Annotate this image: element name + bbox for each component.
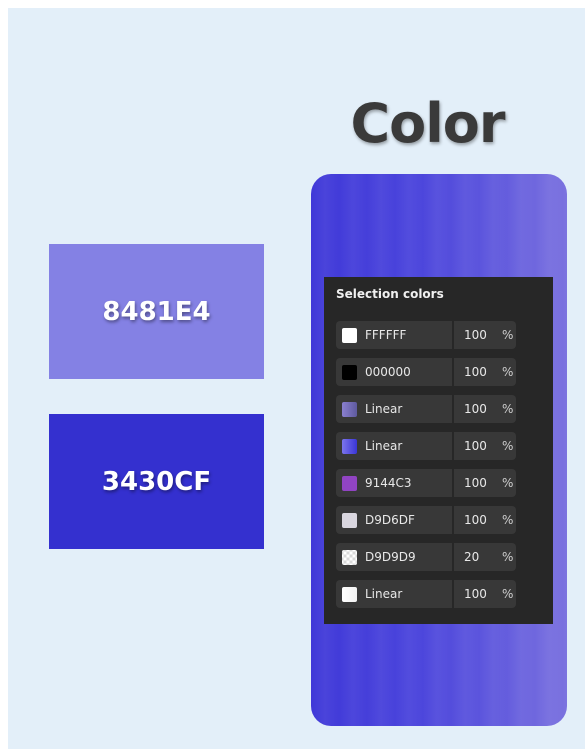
percent-unit: % xyxy=(502,328,514,342)
color-chip-icon[interactable] xyxy=(342,549,357,565)
selection-colors-panel: Selection colors FFFFFF 100% 000000 100% Lin… xyxy=(324,277,553,624)
percent-unit: % xyxy=(502,513,514,527)
color-value-field[interactable]: 000000 xyxy=(336,358,452,386)
color-row[interactable]: FFFFFF 100% xyxy=(336,321,516,349)
color-name[interactable]: D9D9D9 xyxy=(365,550,416,564)
color-name[interactable]: 9144C3 xyxy=(365,476,412,490)
color-chip-icon[interactable] xyxy=(342,364,357,380)
color-chip-icon[interactable] xyxy=(342,475,357,491)
swatch-dark-label: 3430CF xyxy=(101,466,212,497)
color-chip-icon[interactable] xyxy=(342,401,357,417)
percent-unit: % xyxy=(502,587,514,601)
color-chip-icon[interactable] xyxy=(342,327,357,343)
color-row[interactable]: 000000 100% xyxy=(336,358,516,386)
page-title: Color xyxy=(350,92,506,155)
color-chip-icon[interactable] xyxy=(342,586,357,602)
color-row[interactable]: Linear 100% xyxy=(336,395,516,423)
color-chip-icon[interactable] xyxy=(342,512,357,528)
color-row[interactable]: 9144C3 100% xyxy=(336,469,516,497)
opacity-value[interactable]: 100 xyxy=(464,513,496,527)
color-value-field[interactable]: Linear xyxy=(336,395,452,423)
opacity-value[interactable]: 20 xyxy=(464,550,496,564)
opacity-field[interactable]: 20% xyxy=(454,543,516,571)
color-value-field[interactable]: 9144C3 xyxy=(336,469,452,497)
color-value-field[interactable]: D9D9D9 xyxy=(336,543,452,571)
color-name[interactable]: Linear xyxy=(365,587,402,601)
color-name[interactable]: D9D6DF xyxy=(365,513,415,527)
color-value-field[interactable]: FFFFFF xyxy=(336,321,452,349)
color-name[interactable]: Linear xyxy=(365,402,402,416)
percent-unit: % xyxy=(502,365,514,379)
opacity-value[interactable]: 100 xyxy=(464,402,496,416)
color-name[interactable]: FFFFFF xyxy=(365,328,406,342)
color-chip-icon[interactable] xyxy=(342,438,357,454)
opacity-field[interactable]: 100% xyxy=(454,469,516,497)
opacity-field[interactable]: 100% xyxy=(454,321,516,349)
panel-title: Selection colors xyxy=(336,287,444,301)
swatch-dark: 3430CF xyxy=(49,414,264,549)
color-name[interactable]: Linear xyxy=(365,439,402,453)
opacity-field[interactable]: 100% xyxy=(454,395,516,423)
color-row[interactable]: D9D6DF 100% xyxy=(336,506,516,534)
opacity-value[interactable]: 100 xyxy=(464,587,496,601)
color-row[interactable]: Linear 100% xyxy=(336,432,516,460)
color-value-field[interactable]: Linear xyxy=(336,580,452,608)
percent-unit: % xyxy=(502,550,514,564)
swatch-light-label: 8481E4 xyxy=(102,296,211,327)
color-row[interactable]: Linear 100% xyxy=(336,580,516,608)
opacity-field[interactable]: 100% xyxy=(454,358,516,386)
opacity-value[interactable]: 100 xyxy=(464,365,496,379)
swatch-light: 8481E4 xyxy=(49,244,264,379)
color-value-field[interactable]: D9D6DF xyxy=(336,506,452,534)
color-value-field[interactable]: Linear xyxy=(336,432,452,460)
percent-unit: % xyxy=(502,476,514,490)
opacity-field[interactable]: 100% xyxy=(454,432,516,460)
opacity-field[interactable]: 100% xyxy=(454,506,516,534)
opacity-value[interactable]: 100 xyxy=(464,439,496,453)
percent-unit: % xyxy=(502,402,514,416)
color-row[interactable]: D9D9D9 20% xyxy=(336,543,516,571)
percent-unit: % xyxy=(502,439,514,453)
opacity-value[interactable]: 100 xyxy=(464,328,496,342)
opacity-value[interactable]: 100 xyxy=(464,476,496,490)
color-name[interactable]: 000000 xyxy=(365,365,411,379)
opacity-field[interactable]: 100% xyxy=(454,580,516,608)
